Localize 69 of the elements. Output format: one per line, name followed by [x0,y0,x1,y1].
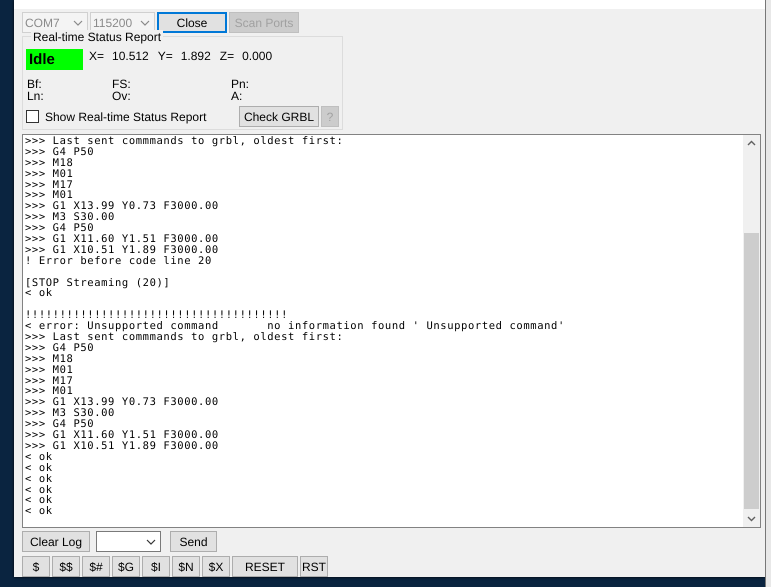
send-button[interactable]: Send [170,531,217,552]
log-line: < ok [25,288,53,300]
axis-label: X= [89,49,104,63]
log-line: >>> M17 [25,180,74,190]
field-label: A: [230,90,242,102]
command-button[interactable]: $$ [52,556,80,577]
log-line: >>> M18 [25,158,74,169]
axis-label: Y= [158,49,173,63]
command-button[interactable]: $ [22,556,50,577]
command-button[interactable]: $I [142,556,170,577]
scrollbar[interactable] [743,135,760,527]
state-indicator: Idle [26,49,83,70]
log-line: < error: Unsupported command no information found ' Unsupported command' [25,321,565,332]
command-button[interactable]: $X [202,556,230,577]
checkbox[interactable] [26,110,39,123]
command-button[interactable]: $N [172,556,200,577]
chevron-down-icon [140,20,150,26]
log-line: >>> M18 [25,354,74,365]
group-title: Real-time Status Report [31,30,164,44]
log-line: >>> Last sent commmands to grbl, oldest first: [25,332,344,343]
command-input[interactable] [96,531,161,552]
log-line: !!!!!!!!!!!!!!!!!!!!!!!!!!!!!!!!!!!!!! [25,310,288,322]
log-line: >>> M17 [25,376,74,386]
log-line: ! Error before code line 20 [25,256,212,267]
close-button[interactable]: Close [157,12,227,33]
clear-log-button[interactable]: Clear Log [22,531,90,552]
log-line: >>> G1 X13.99 Y0.73 F3000.00 [25,201,219,212]
log-line: < ok [25,462,53,474]
command-button[interactable]: $# [82,556,110,577]
field-label: Ov: [111,90,132,102]
log-line: < ok [25,506,53,518]
chevron-down-icon [146,538,156,544]
command-button[interactable]: $G [112,556,140,577]
log-line: >>> M3 S30.00 [25,212,115,224]
log-line: >>> G4 P50 [25,223,94,234]
scrollbar-thumb[interactable] [744,233,759,509]
field-label: Pn: [230,78,250,90]
chevron-down-icon [73,20,83,26]
scroll-down-icon[interactable] [747,516,756,522]
scroll-up-icon[interactable] [747,140,756,146]
field-label: FS: [111,78,132,90]
log-line: >>> G4 P50 [25,146,94,158]
axis-label: Z= [220,49,234,63]
log-line: >>> M3 S30.00 [25,408,115,420]
command-button[interactable]: RST [300,556,328,577]
log-line: >>> G1 X13.99 Y0.73 F3000.00 [25,397,219,408]
axis-value: 1.892 [180,49,211,63]
axis-value: 10.512 [112,49,149,63]
log-line: >>> G4 P50 [25,419,94,430]
log-line: >>> G1 X10.51 Y1.89 F3000.00 [25,244,219,256]
field-label: Ln: [26,90,45,102]
axis-value: 0.000 [242,49,272,63]
log-line: >>> M01 [25,190,74,202]
log-line: < ok [25,474,53,484]
log-line: < ok [25,484,53,496]
log-line: >>> Last sent commmands to grbl, oldest first: [25,136,344,147]
field-label: Bf: [26,78,43,90]
log-line: >>> M01 [25,168,74,180]
log-line: [STOP Streaming (20)] [25,278,170,288]
log-line: >>> M01 [25,364,74,376]
log-line: >>> G1 X11.60 Y1.51 F3000.00 [25,430,219,441]
log-line: >>> G1 X11.60 Y1.51 F3000.00 [25,234,219,245]
log-line: >>> G1 X10.51 Y1.89 F3000.00 [25,440,219,452]
command-button[interactable]: RESET [232,556,298,577]
check-grbl-button[interactable]: Check GRBL [238,106,319,127]
log-line: >>> M01 [25,386,74,398]
log-line: < ok [25,495,53,506]
log-line: < ok [25,452,53,463]
log-line: >>> G4 P50 [25,342,94,354]
